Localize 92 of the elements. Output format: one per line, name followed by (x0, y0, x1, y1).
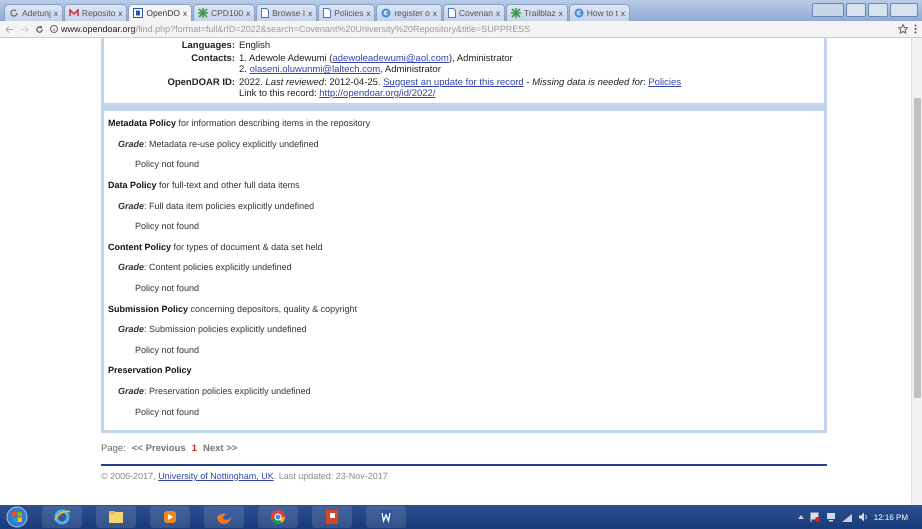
policy-note: Policy not found (135, 283, 200, 294)
field-label: Languages: (180, 40, 235, 51)
last-updated-text: . Last updated: 23-Nov-2017 (274, 470, 388, 481)
link[interactable]: http://opendoar.org/id/2022/ (319, 88, 436, 99)
tab-close-button[interactable]: x (558, 8, 563, 18)
policy-grade: Grade: Metadata re-use policy explicitly undefined (118, 138, 319, 149)
word-icon (377, 508, 395, 526)
media-player-icon (161, 508, 179, 526)
tab-close-button[interactable]: x (366, 8, 370, 18)
policy-note: Policy not found (135, 344, 200, 355)
policy-heading: Metadata Policy for information describing items in the repository (108, 118, 370, 128)
browser-tab[interactable]: register o x (376, 4, 442, 21)
taskbar-button[interactable] (366, 506, 406, 528)
tab-close-button[interactable]: x (118, 8, 122, 18)
page-icon (448, 8, 456, 18)
start-button[interactable] (6, 506, 28, 528)
reload-icon (9, 8, 19, 18)
tab-close-button[interactable]: x (496, 8, 500, 18)
link[interactable]: Suggest an update for this record (383, 77, 524, 88)
taskbar-button[interactable] (150, 506, 190, 528)
tab-close-button[interactable]: x (308, 8, 312, 18)
network-icon[interactable] (826, 512, 836, 522)
field-value: 2. olaseni.oluwunmi@laltech.com, Administrator (239, 64, 442, 75)
policy-grade: Grade: Preservation policies explicitly undefined (118, 386, 311, 396)
policy-note: Policy not found (135, 159, 200, 170)
policy-grade: Grade: Full data item policies explicitly undefined (118, 200, 314, 211)
firefox-icon (215, 508, 233, 526)
scrollbar-thumb[interactable] (914, 98, 921, 398)
page-icon (323, 8, 332, 18)
policy-grade: Grade: Content policies explicitly undefined (118, 262, 292, 272)
scrollbar[interactable] (911, 38, 922, 505)
browser-tab[interactable]: How to t x (568, 4, 630, 21)
university-link[interactable]: University of Nottingham, UK (158, 470, 274, 481)
folder-icon (107, 508, 125, 526)
browser-tab[interactable]: CPD100 x (192, 4, 256, 21)
current-page: 1 (192, 443, 197, 454)
link[interactable]: Policies (648, 77, 682, 88)
flag-icon[interactable] (810, 512, 820, 522)
minimize-button[interactable] (846, 3, 866, 17)
menu-icon[interactable] (914, 24, 917, 34)
policy-heading: Submission Policy concerning depositors, quality & copyright (108, 304, 358, 314)
pager-label: Page: (101, 443, 126, 454)
close-button[interactable] (890, 3, 918, 17)
browser-tab[interactable]: OpenDO x (128, 4, 192, 21)
tab-close-button[interactable]: x (246, 8, 250, 18)
field-value: 1. Adewole Adewumi (adewoleadewumi@aol.com), Administrator (239, 53, 513, 64)
ie-icon (53, 508, 71, 526)
page-icon (261, 8, 270, 18)
taskbar-button[interactable] (258, 506, 298, 528)
volume-icon[interactable] (858, 512, 868, 522)
policy-note: Policy not found (135, 406, 200, 417)
browser-tab[interactable]: Trailblaz x (506, 4, 568, 21)
browser-tab[interactable]: Reposito x (64, 4, 128, 21)
previous-link[interactable]: << Previous (132, 443, 186, 454)
tab-close-button[interactable]: x (182, 8, 187, 18)
document-icon (133, 8, 144, 18)
star-icon[interactable] (898, 24, 908, 34)
tab-close-button[interactable]: x (54, 8, 58, 18)
browser-tab[interactable]: Browse I x (256, 4, 318, 21)
reload-icon[interactable] (35, 24, 44, 34)
next-link[interactable]: Next >> (203, 443, 238, 454)
powerpoint-icon (323, 508, 341, 526)
browser-tab[interactable]: Covenan x (442, 4, 505, 21)
google-icon (381, 8, 392, 18)
browser-tab[interactable]: Adetunj x (4, 4, 63, 21)
field-label: Contacts: (190, 53, 235, 66)
field-value: 2022. Last reviewed: 2012-04-25. Suggest an update for this record - Missing data is needed for: Policies (239, 77, 682, 88)
taskbar-button[interactable] (96, 506, 136, 528)
info-icon (50, 25, 58, 33)
field-label: OpenDOAR ID: (166, 77, 235, 90)
policy-grade: Grade: Submission policies explicitly undefined (118, 324, 307, 334)
chrome-icon (269, 508, 287, 526)
google-icon (574, 8, 584, 18)
tab-close-button[interactable]: x (620, 8, 625, 18)
field-value: English (239, 40, 270, 51)
policy-heading: Data Policy for full-text and other full data items (108, 180, 300, 190)
mail-icon (68, 9, 79, 17)
field-value: Link to this record: http://opendoar.org/id/2022/ (239, 88, 436, 99)
policy-heading: Content Policy for types of document & data set held (108, 242, 323, 252)
clock[interactable]: 12:16 PM (874, 512, 916, 522)
show-hidden-icon[interactable] (798, 514, 804, 520)
tab-close-button[interactable]: x (432, 8, 437, 18)
copyright-text: © 2006-2017, (101, 470, 157, 481)
link[interactable]: adewoleadewumi@aol.com (332, 53, 449, 64)
taskbar-button[interactable] (312, 506, 352, 528)
taskbar-button[interactable] (42, 506, 82, 528)
policy-heading: Preservation Policy (108, 365, 192, 376)
policy-note: Policy not found (135, 221, 200, 232)
signal-icon[interactable] (842, 512, 852, 522)
link[interactable]: olaseni.oluwunmi@laltech.com (250, 64, 380, 75)
browser-tab[interactable]: Policies x (318, 4, 376, 21)
maximize-button[interactable] (868, 3, 888, 17)
